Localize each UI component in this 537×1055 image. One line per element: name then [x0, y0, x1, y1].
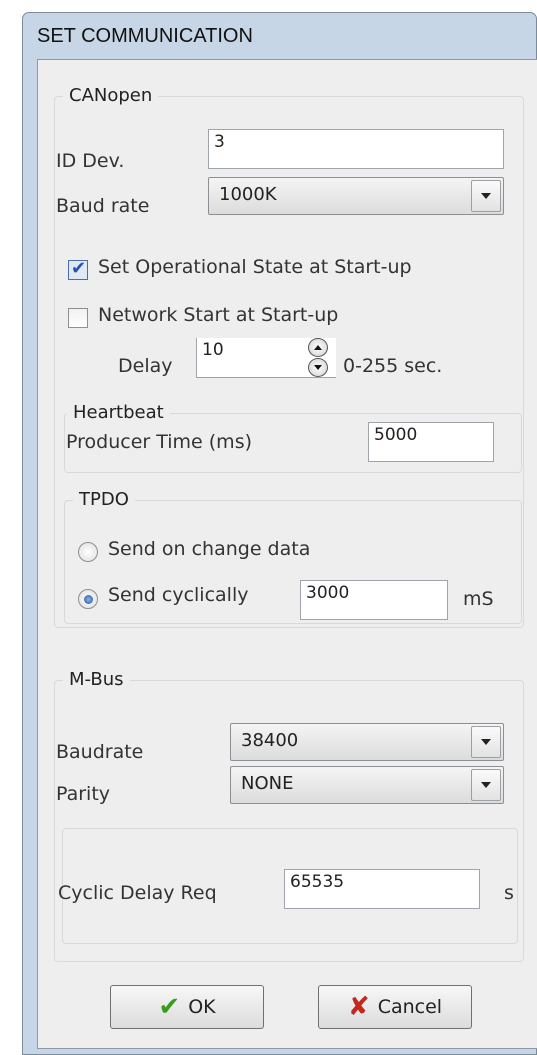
- chevron-down-icon: [481, 782, 491, 788]
- set-operational-label: Set Operational State at Start-up: [98, 256, 412, 278]
- dialog-client-area: CANopen ID Dev. 3 Baud rate 1000K ✔ Set …: [37, 59, 537, 1049]
- producer-time-input[interactable]: 5000: [368, 422, 494, 462]
- cyclic-delay-label: Cyclic Delay Req: [58, 882, 217, 904]
- heartbeat-group-title: Heartbeat: [67, 402, 170, 423]
- cyclic-unit-label: mS: [463, 588, 494, 610]
- baudrate-dropdown-button[interactable]: [471, 726, 501, 758]
- delay-spinner[interactable]: [308, 338, 328, 378]
- parity-label: Parity: [56, 783, 111, 805]
- cyclic-delay-unit-label: s: [504, 882, 514, 904]
- cancel-button[interactable]: ✘ Cancel: [318, 985, 472, 1029]
- send-on-change-label: Send on change data: [108, 538, 311, 560]
- baudrate-label: Baudrate: [56, 741, 144, 763]
- spin-up-button[interactable]: [308, 338, 328, 357]
- cyclic-delay-input[interactable]: 65535: [284, 869, 480, 909]
- baud-rate-label: Baud rate: [56, 195, 150, 217]
- send-cyclically-label: Send cyclically: [108, 584, 249, 606]
- parity-value: NONE: [241, 773, 294, 794]
- baudrate-select[interactable]: 38400: [230, 723, 504, 761]
- producer-time-label: Producer Time (ms): [66, 431, 253, 453]
- cancel-button-label: Cancel: [377, 996, 443, 1018]
- checkmark-icon: ✔: [71, 258, 87, 279]
- tpdo-group-title: TPDO: [73, 489, 135, 510]
- send-on-change-radio[interactable]: [78, 542, 98, 562]
- dialog-window: SET COMMUNICATION CANopen ID Dev. 3 Baud…: [22, 12, 537, 1055]
- ok-button[interactable]: ✔ OK: [110, 985, 264, 1029]
- radio-selected-dot: [84, 595, 93, 604]
- canopen-group-title: CANopen: [63, 85, 159, 106]
- parity-select[interactable]: NONE: [230, 766, 504, 804]
- id-dev-input[interactable]: 3: [208, 129, 504, 169]
- delay-range-label: 0-255 sec.: [343, 355, 443, 377]
- parity-dropdown-button[interactable]: [471, 769, 501, 801]
- id-dev-label: ID Dev.: [56, 150, 125, 172]
- mbus-group-title: M-Bus: [63, 669, 130, 690]
- network-start-label: Network Start at Start-up: [98, 304, 339, 326]
- window-title: SET COMMUNICATION: [37, 25, 253, 47]
- baud-rate-value: 1000K: [219, 184, 277, 205]
- cyclic-input[interactable]: 3000: [300, 580, 448, 620]
- baud-rate-dropdown-button[interactable]: [471, 180, 501, 212]
- chevron-down-icon: [481, 739, 491, 745]
- spin-down-button[interactable]: [308, 358, 328, 377]
- delay-label: Delay: [118, 355, 173, 377]
- baudrate-value: 38400: [241, 730, 299, 751]
- set-operational-checkbox[interactable]: ✔: [68, 258, 88, 280]
- send-cyclically-radio[interactable]: [78, 589, 98, 609]
- network-start-checkbox[interactable]: [68, 308, 88, 328]
- checkmark-icon: ✔: [158, 992, 181, 1022]
- ok-button-label: OK: [188, 996, 216, 1018]
- chevron-down-icon: [481, 193, 491, 199]
- x-icon: ✘: [347, 992, 370, 1022]
- baud-rate-select[interactable]: 1000K: [208, 177, 504, 215]
